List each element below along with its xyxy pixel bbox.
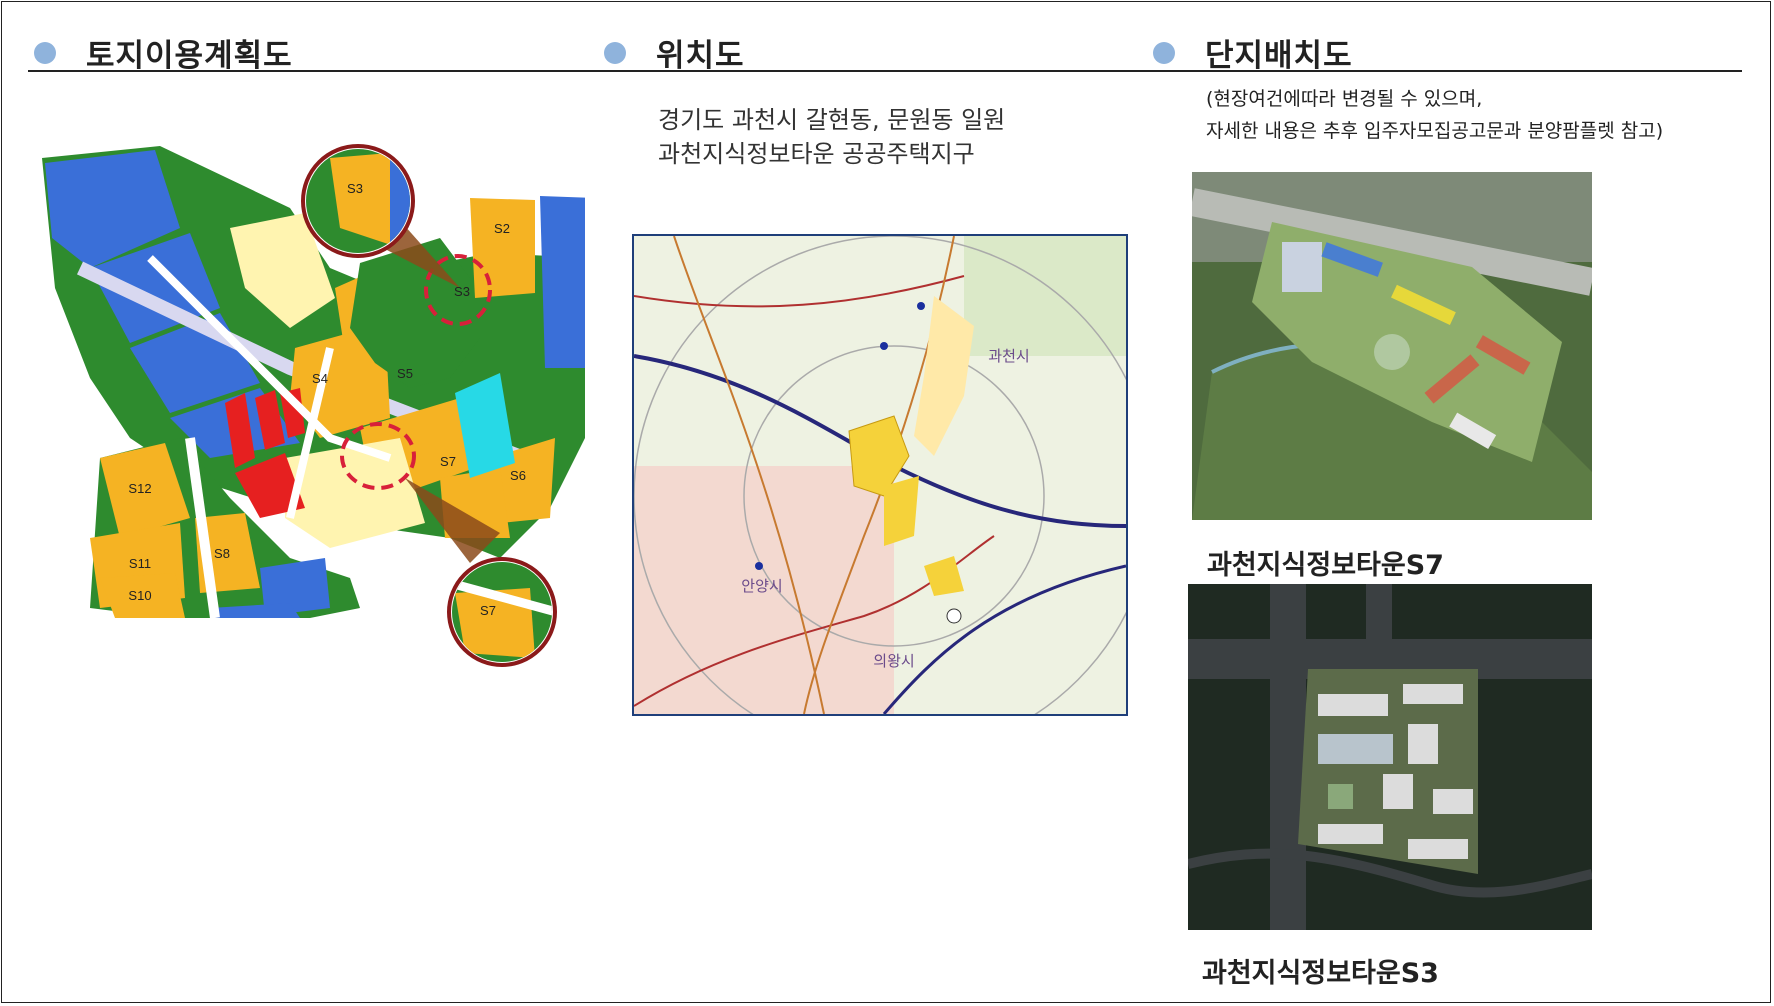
section-title-location: 위치도 xyxy=(656,38,745,74)
bullet-icon xyxy=(604,41,626,64)
bullet-icon xyxy=(34,41,56,64)
bullet-icon xyxy=(1153,41,1175,64)
note-line-2: 자세한 내용은 추후 입주자모집공고문과 분양팜플렛 참고) xyxy=(1206,120,1664,142)
section-header-site-plan: 단지배치도 xyxy=(1153,30,1353,75)
map-label-s6: S6 xyxy=(510,468,526,483)
caption-s7: 과천지식정보타운S7 xyxy=(1207,550,1444,581)
map-label-s5: S5 xyxy=(397,366,413,381)
address-line-1: 경기도 과천시 갈현동, 문원동 일원 xyxy=(658,106,1006,134)
address-line-2: 과천지식정보타운 공공주택지구 xyxy=(658,140,975,168)
header-divider xyxy=(28,70,1742,72)
map-label-s2: S2 xyxy=(494,221,510,236)
site-plan-s7-image xyxy=(1192,172,1592,520)
map-label-s10: S10 xyxy=(128,588,151,603)
section-header-location: 위치도 xyxy=(604,30,745,75)
map-label-s3: S3 xyxy=(454,284,470,299)
map-label-s7: S7 xyxy=(440,454,456,469)
location-map: 과천시 안양시 의왕시 xyxy=(632,234,1128,716)
map-label-s4: S4 xyxy=(312,371,328,386)
site-plan-note: (현장여건에따라 변경될 수 있으며, 자세한 내용은 추후 입주자모집공고문과… xyxy=(1206,83,1663,147)
section-header-land-use: 토지이용계획도 xyxy=(34,30,293,75)
land-use-map: S3 S3 S2 S4 S5 S6 S7 S7 S8 S10 S11 S12 xyxy=(30,138,585,690)
map-label-anyang: 안양시 xyxy=(741,578,782,595)
note-line-1: (현장여건에따라 변경될 수 있으며, xyxy=(1206,88,1483,110)
map-label-s12: S12 xyxy=(128,481,151,496)
location-description: 경기도 과천시 갈현동, 문원동 일원 과천지식정보타운 공공주택지구 xyxy=(658,103,1005,171)
section-title-site-plan: 단지배치도 xyxy=(1205,38,1353,74)
caption-s3: 과천지식정보타운S3 xyxy=(1202,958,1439,989)
site-plan-s3-image xyxy=(1188,584,1592,930)
map-label-s8: S8 xyxy=(214,546,230,561)
map-label-s11: S11 xyxy=(129,556,151,571)
section-title-land-use: 토지이용계획도 xyxy=(86,38,293,74)
map-label-s3-zoom: S3 xyxy=(347,181,363,196)
map-label-s7-zoom: S7 xyxy=(480,603,496,618)
map-label-gwacheon: 과천시 xyxy=(988,348,1029,365)
map-label-uiwang: 의왕시 xyxy=(873,653,914,670)
